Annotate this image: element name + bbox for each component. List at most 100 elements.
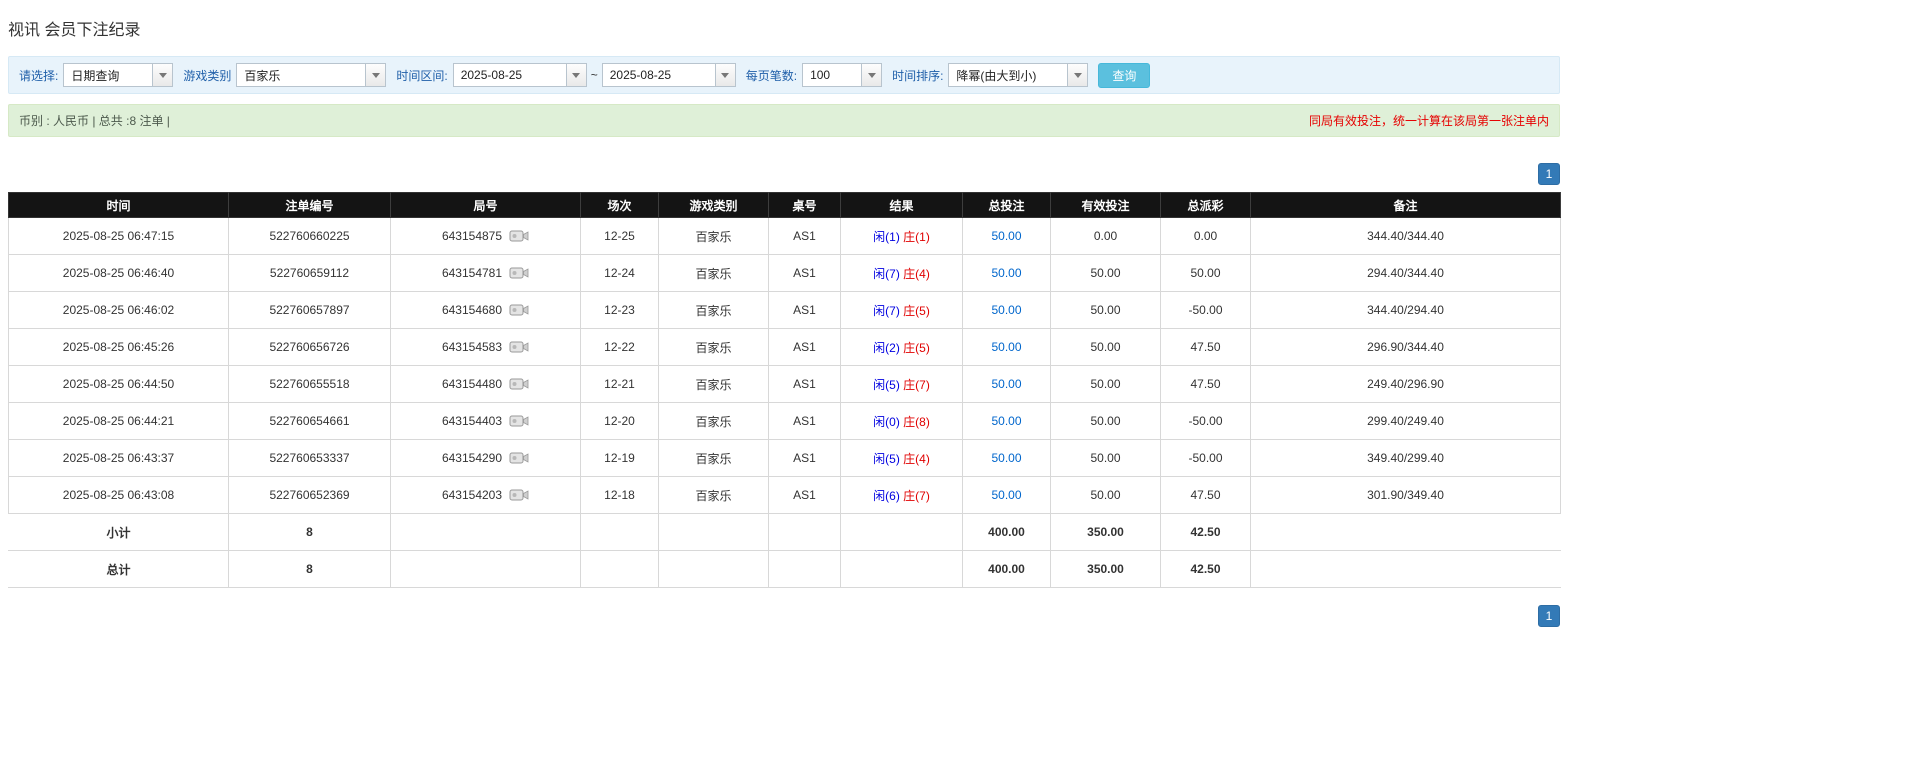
cell-game-type: 百家乐	[659, 403, 769, 440]
table-row[interactable]: 2025-08-25 06:43:08522760652369643154203…	[9, 477, 1561, 514]
filter-bar: 请选择: 日期查询 游戏类别 百家乐 时间区间: 2025-08-25 ~ 20…	[8, 56, 1560, 94]
cell-time: 2025-08-25 06:43:37	[9, 440, 229, 477]
cell-total-bet: 50.00	[963, 366, 1051, 403]
summary-cell	[659, 551, 769, 588]
cell-session: 12-25	[581, 218, 659, 255]
column-header: 场次	[581, 193, 659, 218]
cell-valid-bet: 50.00	[1051, 255, 1161, 292]
cell-valid-bet: 50.00	[1051, 366, 1161, 403]
cell-round-id: 643154290	[391, 440, 581, 477]
table-row[interactable]: 2025-08-25 06:47:15522760660225643154875…	[9, 218, 1561, 255]
video-camera-icon[interactable]	[509, 340, 529, 354]
result-banker: 庄(4)	[903, 267, 930, 281]
cell-session: 12-19	[581, 440, 659, 477]
cell-total-bet: 50.00	[963, 255, 1051, 292]
result-player: 闲(1)	[873, 230, 900, 244]
result-banker: 庄(4)	[903, 452, 930, 466]
chevron-down-icon[interactable]	[365, 64, 385, 86]
chevron-down-icon[interactable]	[566, 64, 586, 86]
video-camera-icon[interactable]	[509, 488, 529, 502]
cell-note: 296.90/344.40	[1251, 329, 1561, 366]
cell-session: 12-20	[581, 403, 659, 440]
cell-payout: 47.50	[1161, 366, 1251, 403]
time-range-label: 时间区间:	[396, 67, 447, 84]
cell-note: 344.40/344.40	[1251, 218, 1561, 255]
cell-valid-bet: 50.00	[1051, 292, 1161, 329]
page-size-input[interactable]: 100	[802, 63, 882, 87]
table-row[interactable]: 2025-08-25 06:44:21522760654661643154403…	[9, 403, 1561, 440]
cell-session: 12-21	[581, 366, 659, 403]
column-header: 时间	[9, 193, 229, 218]
cell-valid-bet: 0.00	[1051, 218, 1161, 255]
cell-valid-bet: 50.00	[1051, 440, 1161, 477]
cell-total-bet: 50.00	[963, 329, 1051, 366]
page-1-button[interactable]: 1	[1538, 163, 1560, 185]
total-bet-link[interactable]: 50.00	[991, 451, 1021, 465]
cell-note: 301.90/349.40	[1251, 477, 1561, 514]
table-row[interactable]: 2025-08-25 06:46:40522760659112643154781…	[9, 255, 1561, 292]
date-from-input[interactable]: 2025-08-25	[453, 63, 587, 87]
tilde-separator: ~	[591, 68, 598, 82]
query-button[interactable]: 查询	[1098, 63, 1150, 88]
total-bet-link[interactable]: 50.00	[991, 488, 1021, 502]
total-bet-link[interactable]: 50.00	[991, 414, 1021, 428]
sort-order-select[interactable]: 降幂(由大到小)	[948, 63, 1088, 87]
cell-note: 349.40/299.40	[1251, 440, 1561, 477]
chevron-down-icon[interactable]	[715, 64, 735, 86]
video-camera-icon[interactable]	[509, 451, 529, 465]
query-type-select[interactable]: 日期查询	[63, 63, 173, 87]
table-row[interactable]: 2025-08-25 06:44:50522760655518643154480…	[9, 366, 1561, 403]
date-to-input[interactable]: 2025-08-25	[602, 63, 736, 87]
column-header: 注单编号	[229, 193, 391, 218]
total-bet-link[interactable]: 50.00	[991, 229, 1021, 243]
cell-table-no: AS1	[769, 366, 841, 403]
cell-bet-id: 522760655518	[229, 366, 391, 403]
chevron-down-icon[interactable]	[152, 64, 172, 86]
summary-cell	[769, 514, 841, 551]
cell-payout: 50.00	[1161, 255, 1251, 292]
pagination-bottom: 1	[8, 605, 1560, 627]
video-camera-icon[interactable]	[509, 303, 529, 317]
total-bet-link[interactable]: 50.00	[991, 340, 1021, 354]
cell-session: 12-22	[581, 329, 659, 366]
cell-bet-id: 522760657897	[229, 292, 391, 329]
column-header: 局号	[391, 193, 581, 218]
video-camera-icon[interactable]	[509, 377, 529, 391]
cell-round-id: 643154680	[391, 292, 581, 329]
column-header: 有效投注	[1051, 193, 1161, 218]
table-row[interactable]: 2025-08-25 06:43:37522760653337643154290…	[9, 440, 1561, 477]
total-bet-link[interactable]: 50.00	[991, 377, 1021, 391]
result-banker: 庄(5)	[903, 341, 930, 355]
video-camera-icon[interactable]	[509, 414, 529, 428]
chevron-down-icon[interactable]	[861, 64, 881, 86]
summary-cell: 8	[229, 514, 391, 551]
cell-payout: -50.00	[1161, 292, 1251, 329]
total-bet-link[interactable]: 50.00	[991, 266, 1021, 280]
video-camera-icon[interactable]	[509, 229, 529, 243]
cell-result: 闲(6) 庄(7)	[841, 477, 963, 514]
cell-result: 闲(0) 庄(8)	[841, 403, 963, 440]
page-1-button[interactable]: 1	[1538, 605, 1560, 627]
chevron-down-icon[interactable]	[1067, 64, 1087, 86]
cell-time: 2025-08-25 06:45:26	[9, 329, 229, 366]
column-header: 桌号	[769, 193, 841, 218]
cell-time: 2025-08-25 06:46:40	[9, 255, 229, 292]
result-player: 闲(5)	[873, 378, 900, 392]
page-size-value: 100	[803, 64, 861, 86]
table-row[interactable]: 2025-08-25 06:46:02522760657897643154680…	[9, 292, 1561, 329]
table-row[interactable]: 2025-08-25 06:45:26522760656726643154583…	[9, 329, 1561, 366]
summary-cell	[581, 551, 659, 588]
cell-session: 12-18	[581, 477, 659, 514]
summary-cell	[391, 514, 581, 551]
cell-time: 2025-08-25 06:44:21	[9, 403, 229, 440]
cell-round-id: 643154875	[391, 218, 581, 255]
cell-total-bet: 50.00	[963, 477, 1051, 514]
cell-valid-bet: 50.00	[1051, 329, 1161, 366]
game-type-select[interactable]: 百家乐	[236, 63, 386, 87]
cell-game-type: 百家乐	[659, 218, 769, 255]
cell-result: 闲(7) 庄(5)	[841, 292, 963, 329]
video-camera-icon[interactable]	[509, 266, 529, 280]
total-bet-link[interactable]: 50.00	[991, 303, 1021, 317]
summary-cell	[581, 514, 659, 551]
summary-cell: 42.50	[1161, 551, 1251, 588]
